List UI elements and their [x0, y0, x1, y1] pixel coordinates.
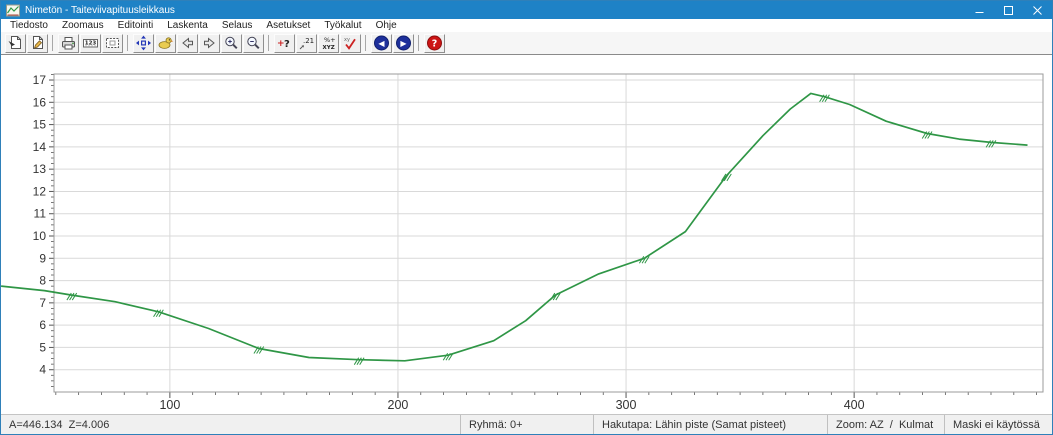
zoom-out-icon: [245, 35, 262, 51]
edit-drawing-icon: [29, 35, 46, 51]
maximize-icon: [1004, 6, 1013, 15]
help-button[interactable]: ?: [424, 34, 445, 53]
minimize-icon: [975, 6, 984, 15]
query-point-button[interactable]: + ?: [274, 34, 295, 53]
toolbar-separator: [418, 35, 419, 51]
status-mask: Maski ei käytössä: [944, 415, 1052, 434]
next-element-icon: ▶: [395, 35, 412, 51]
status-position: A=446.134 Z=4.006: [1, 415, 460, 434]
menu-laskenta[interactable]: Laskenta: [160, 20, 215, 31]
svg-text:300: 300: [616, 398, 637, 412]
toolbar-separator: [365, 35, 366, 51]
check-xy-button[interactable]: xy: [340, 34, 361, 53]
svg-text:16: 16: [33, 95, 47, 109]
svg-text:400: 400: [844, 398, 865, 412]
zoom-extents-button[interactable]: [133, 34, 154, 53]
prev-element-icon: ◀: [373, 35, 390, 51]
svg-text:XYZ: XYZ: [323, 45, 335, 51]
svg-text:11: 11: [34, 207, 47, 221]
menu-ohje[interactable]: Ohje: [369, 20, 404, 31]
svg-text:10: 10: [33, 229, 47, 243]
copy-drawing-button[interactable]: [5, 34, 26, 53]
svg-text:4: 4: [39, 363, 46, 377]
profile-chart[interactable]: 4 5 6 7 8 9 10 11 12 13 14 15 16 17 100 200 300 400: [1, 55, 1052, 414]
zoom-extents-icon: [135, 35, 152, 51]
toolbar-separator: [268, 35, 269, 51]
zoom-out-button[interactable]: [243, 34, 264, 53]
window-controls: [965, 1, 1052, 19]
pan-icon: [157, 35, 174, 51]
svg-text:?: ?: [284, 39, 290, 50]
toolbar-separator: [127, 35, 128, 51]
print-icon: [60, 35, 77, 51]
svg-text:12: 12: [33, 184, 47, 198]
menu-zoomaus[interactable]: Zoomaus: [55, 20, 111, 31]
svg-text:100: 100: [159, 398, 180, 412]
svg-text:8: 8: [39, 274, 46, 288]
svg-text:14: 14: [33, 140, 47, 154]
svg-text:17: 17: [33, 73, 47, 87]
xyz-values-button[interactable]: %+ XYZ: [318, 34, 339, 53]
close-button[interactable]: [1023, 1, 1052, 19]
copy-drawing-icon: [7, 35, 24, 51]
point-info-icon: .21: [298, 35, 315, 51]
menu-bar: Tiedosto Zoomaus Editointi Laskenta Sela…: [1, 19, 1052, 32]
svg-text:.21: .21: [303, 37, 314, 45]
svg-text:7: 7: [39, 296, 46, 310]
menu-tiedosto[interactable]: Tiedosto: [3, 20, 55, 31]
profile-plot[interactable]: 4 5 6 7 8 9 10 11 12 13 14 15 16 17 100 200 300 400: [1, 55, 1052, 414]
svg-text:xy: xy: [344, 37, 350, 43]
fit-window-icon: [104, 35, 121, 51]
svg-text:123: 123: [85, 41, 97, 47]
xyz-values-icon: %+ XYZ: [320, 35, 337, 51]
svg-text:200: 200: [388, 398, 409, 412]
back-button[interactable]: [177, 34, 198, 53]
minimize-button[interactable]: [965, 1, 994, 19]
svg-text:15: 15: [33, 118, 47, 132]
query-point-icon: + ?: [276, 35, 293, 51]
zoom-in-button[interactable]: [221, 34, 242, 53]
toolbar-separator: [52, 35, 53, 51]
title-bar: Nimetön - Taiteviivapituusleikkaus: [1, 1, 1052, 19]
help-icon: ?: [426, 35, 443, 51]
svg-text:9: 9: [39, 251, 46, 265]
forward-arrow-icon: [201, 35, 218, 51]
pan-button[interactable]: [155, 34, 176, 53]
prev-element-button[interactable]: ◀: [371, 34, 392, 53]
menu-tyokalut[interactable]: Työkalut: [317, 20, 368, 31]
status-zoom-mode: Zoom: AZ / Kulmat: [827, 415, 944, 434]
menu-editointi[interactable]: Editointi: [111, 20, 161, 31]
toolbar: 123: [1, 32, 1052, 55]
svg-text:◀: ◀: [378, 39, 385, 48]
close-icon: [1033, 6, 1042, 15]
fit-window-button[interactable]: [102, 34, 123, 53]
svg-text:6: 6: [39, 318, 46, 332]
svg-text:?: ?: [432, 38, 438, 49]
app-window: Nimetön - Taiteviivapituusleikkaus Tiedo…: [0, 0, 1053, 435]
scale-123-button[interactable]: 123: [80, 34, 101, 53]
status-bar: A=446.134 Z=4.006 Ryhmä: 0+ Hakutapa: Lä…: [1, 414, 1052, 434]
menu-asetukset[interactable]: Asetukset: [259, 20, 317, 31]
point-info-button[interactable]: .21: [296, 34, 317, 53]
status-group: Ryhmä: 0+: [460, 415, 593, 434]
forward-button[interactable]: [199, 34, 220, 53]
svg-text:13: 13: [33, 162, 47, 176]
window-title: Nimetön - Taiteviivapituusleikkaus: [25, 5, 175, 16]
zoom-in-icon: [223, 35, 240, 51]
menu-selaus[interactable]: Selaus: [215, 20, 260, 31]
app-icon: [6, 4, 20, 17]
svg-text:%+: %+: [324, 36, 336, 44]
next-element-button[interactable]: ▶: [393, 34, 414, 53]
status-search-mode: Hakutapa: Lähin piste (Samat pisteet): [593, 415, 827, 434]
back-arrow-icon: [179, 35, 196, 51]
scale-123-icon: 123: [82, 35, 99, 51]
svg-text:▶: ▶: [400, 39, 407, 48]
maximize-button[interactable]: [994, 1, 1023, 19]
print-button[interactable]: [58, 34, 79, 53]
check-xy-icon: xy: [342, 35, 359, 51]
svg-text:5: 5: [39, 340, 46, 354]
edit-drawing-button[interactable]: [27, 34, 48, 53]
